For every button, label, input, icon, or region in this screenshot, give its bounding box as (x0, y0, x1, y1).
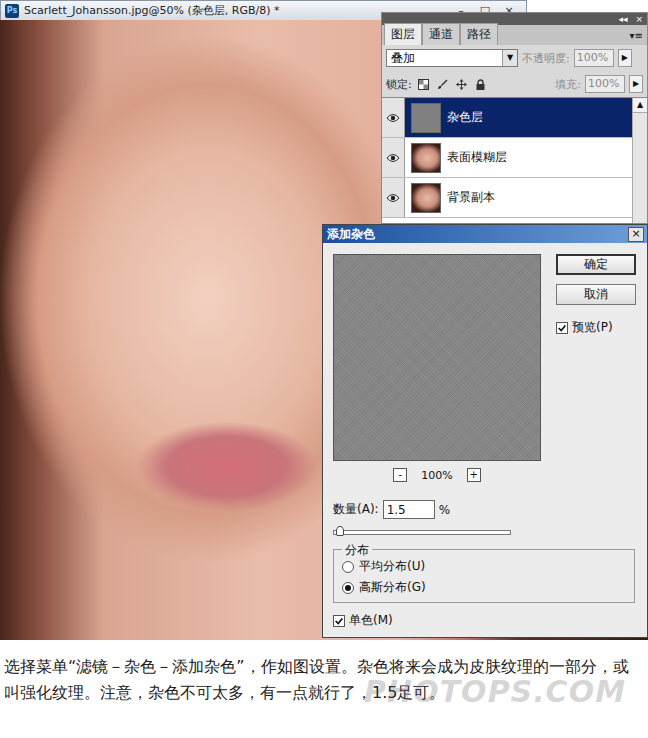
radio-circle (342, 561, 354, 573)
fill-slider-button[interactable]: ▶ (629, 75, 643, 93)
panel-header-button[interactable]: × (635, 13, 643, 25)
dialog-top: - 100% + 确定取消预览(P) (333, 254, 636, 484)
panel-tab[interactable]: 图层 (384, 23, 422, 45)
distribution-radio[interactable]: 高斯分布(G) (342, 579, 626, 596)
panel-header-button[interactable]: ◂◂ (618, 13, 627, 25)
fill-label: 填充: (555, 77, 581, 92)
lock-move-icon[interactable] (456, 79, 467, 90)
lock-label: 锁定: (386, 77, 412, 92)
opacity-slider-button[interactable]: ▶ (618, 49, 632, 67)
zoom-out-button[interactable]: - (393, 468, 407, 482)
dialog-body: - 100% + 确定取消预览(P) 数量(A):1.5% 分布平均分布(U) 高斯分布(G… (323, 243, 647, 629)
scroll-up-button[interactable]: ▲ (633, 98, 647, 113)
checkbox-box (333, 615, 345, 627)
group-label: 分布 (342, 542, 372, 559)
layer-thumbnail (411, 143, 441, 173)
fill-field[interactable]: 100% (585, 75, 625, 93)
distribution-group: 分布平均分布(U)高斯分布(G) (333, 549, 635, 603)
dialog-title-bar[interactable]: 添加杂色 × (323, 225, 647, 243)
zoom-controls: - 100% + (333, 466, 541, 484)
amount-row: 数量(A):1.5% (333, 500, 636, 519)
lock-row: 锁定: 填充: 100%▶ (382, 71, 647, 97)
layer-name: 表面模糊层 (447, 149, 507, 166)
layer-name: 杂色层 (447, 109, 483, 126)
page: Ps Scarlett_Johansson.jpg@50% (杂色层, RGB/8… (0, 0, 648, 738)
blend-mode-dropdown[interactable]: 叠加▼ (386, 49, 518, 67)
watermark: PHOTOPS.COM (364, 674, 626, 709)
panel-tabs: 图层通道路径 ▾≡ (382, 25, 647, 45)
lock-transparency-icon[interactable] (418, 79, 429, 90)
eye-icon (386, 193, 400, 203)
lock-all-icon[interactable] (475, 79, 486, 90)
radio-circle (342, 582, 354, 594)
layer-row[interactable]: 背景副本 (382, 178, 632, 218)
dialog-button[interactable]: 取消 (556, 284, 636, 305)
amount-label: 数量(A): (333, 501, 379, 518)
slider-thumb[interactable] (336, 526, 344, 536)
amount-slider[interactable] (333, 525, 509, 539)
layer-thumbnail (411, 183, 441, 213)
layers-list-area: 杂色层表面模糊层背景副本▲ (382, 97, 647, 223)
preview-checkbox[interactable]: 预览(P) (556, 319, 636, 336)
layers-panel: ◂◂×图层通道路径▾≡叠加▼不透明度:100%▶锁定:填充:100%▶杂色层表面… (381, 12, 648, 224)
check-icon (334, 616, 344, 626)
visibility-toggle[interactable] (382, 138, 405, 177)
dialog-title: 添加杂色 (327, 226, 375, 243)
visibility-toggle[interactable] (382, 98, 405, 137)
panel-tab[interactable]: 路径 (460, 23, 498, 45)
lock-brush-icon[interactable] (437, 79, 448, 90)
checkbox-box (556, 322, 568, 334)
slider-track (333, 530, 511, 535)
amount-unit: % (439, 503, 450, 517)
layer-thumbnail (411, 103, 441, 133)
dialog-button[interactable]: 确定 (556, 254, 636, 275)
layers-list: 杂色层表面模糊层背景副本 (382, 98, 632, 223)
layer-row[interactable]: 杂色层 (382, 98, 632, 138)
amount-input[interactable]: 1.5 (383, 500, 435, 519)
layer-row[interactable]: 表面模糊层 (382, 138, 632, 178)
scrollbar[interactable]: ▲ (632, 98, 647, 223)
opacity-field[interactable]: 100% (574, 49, 614, 67)
panel-tab[interactable]: 通道 (422, 23, 460, 45)
caption: 选择菜单“滤镜－杂色－添加杂色”，作如图设置。杂色将来会成为皮肤纹理的一部分，或… (0, 640, 648, 738)
add-noise-dialog: 添加杂色 × - 100% + 确定取消预览(P) 数量(A):1.5% 分布平均分布(U) 高… (322, 224, 648, 638)
zoom-in-button[interactable]: + (467, 468, 481, 482)
photoshop-icon: Ps (5, 4, 19, 18)
opacity-label: 不透明度: (522, 51, 570, 66)
button-column: 确定取消预览(P) (556, 254, 636, 484)
blend-row: 叠加▼ 不透明度: 100%▶ (382, 45, 647, 71)
layer-name: 背景副本 (447, 189, 495, 206)
monochromatic-checkbox[interactable]: 单色(M) (333, 612, 636, 629)
panel-menu-button[interactable]: ▾≡ (626, 30, 647, 45)
noise-preview[interactable] (333, 254, 541, 461)
workspace: Ps Scarlett_Johansson.jpg@50% (杂色层, RGB/8… (0, 0, 648, 640)
preview-column: - 100% + (333, 254, 541, 484)
eye-icon (386, 113, 400, 123)
document-title: Scarlett_Johansson.jpg@50% (杂色层, RGB/8) … (24, 3, 280, 18)
eye-icon (386, 153, 400, 163)
dialog-close-button[interactable]: × (628, 227, 644, 242)
visibility-toggle[interactable] (382, 178, 405, 217)
distribution-radio[interactable]: 平均分布(U) (342, 558, 626, 575)
check-icon (557, 323, 567, 333)
zoom-value: 100% (421, 469, 452, 482)
